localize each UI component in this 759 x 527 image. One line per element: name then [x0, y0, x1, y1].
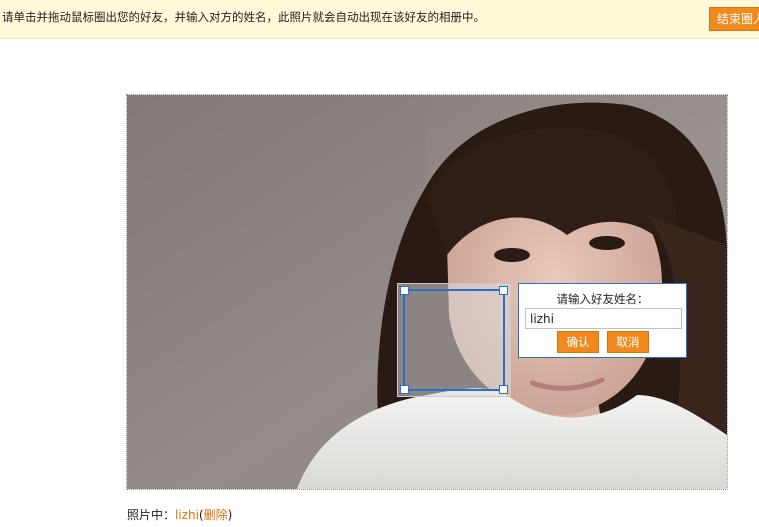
friend-name-popup: 请输入好友姓名： 确认 取消	[518, 283, 687, 358]
resize-handle-top-right[interactable]	[499, 286, 508, 295]
tip-bar: 请单击并拖动鼠标圈出您的好友，并输入对方的姓名，此照片就会自动出现在该好友的相册…	[0, 0, 759, 39]
tip-text: 请单击并拖动鼠标圈出您的好友，并输入对方的姓名，此照片就会自动出现在该好友的相册…	[2, 10, 485, 24]
confirm-button[interactable]: 确认	[557, 331, 599, 353]
resize-handle-bottom-right[interactable]	[499, 385, 508, 394]
resize-handle-top-left[interactable]	[400, 286, 409, 295]
delete-tag-link[interactable]: 删除	[204, 508, 228, 522]
tagged-friends-line: 照片中：lizhi(删除)	[127, 506, 232, 523]
friend-name-input[interactable]	[525, 308, 682, 329]
end-tagging-button[interactable]: 结束圈人	[709, 7, 759, 31]
face-selection-box[interactable]	[397, 283, 511, 397]
cancel-button[interactable]: 取消	[607, 331, 649, 353]
resize-handle-bottom-left[interactable]	[400, 385, 409, 394]
popup-label: 请输入好友姓名：	[556, 292, 649, 306]
selection-area[interactable]	[400, 286, 508, 394]
tagged-friend-link[interactable]: lizhi	[175, 508, 199, 522]
tagged-prefix: 照片中：	[127, 508, 176, 522]
close-paren: )	[227, 508, 233, 522]
